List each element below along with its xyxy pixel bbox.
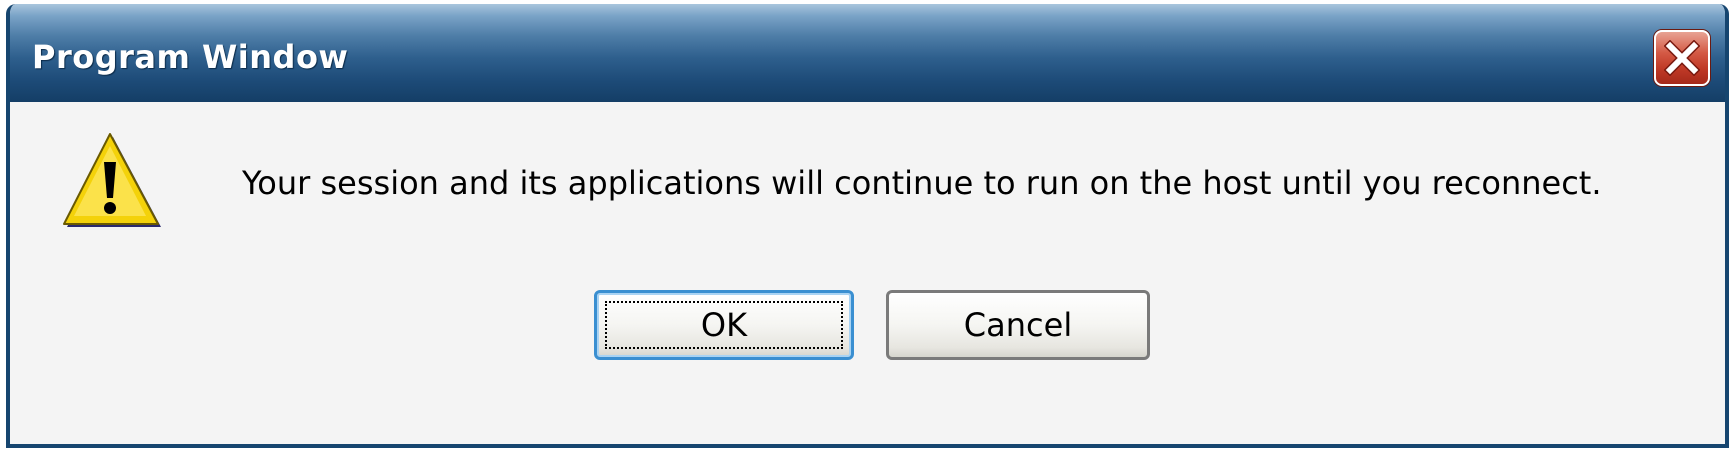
window-title: Program Window — [32, 38, 349, 76]
close-x-icon — [1664, 40, 1700, 76]
dialog-body: Your session and its applications will c… — [10, 102, 1725, 444]
focus-rectangle — [605, 301, 843, 349]
dialog-window: Program Window Your session and its appl… — [6, 4, 1729, 448]
title-bar[interactable]: Program Window — [10, 4, 1725, 102]
close-button[interactable] — [1654, 30, 1710, 86]
ok-button[interactable]: OK — [594, 290, 854, 360]
cancel-button[interactable]: Cancel — [886, 290, 1150, 360]
warning-icon — [58, 128, 162, 237]
cancel-button-label: Cancel — [963, 306, 1073, 344]
dialog-message: Your session and its applications will c… — [242, 164, 1602, 202]
